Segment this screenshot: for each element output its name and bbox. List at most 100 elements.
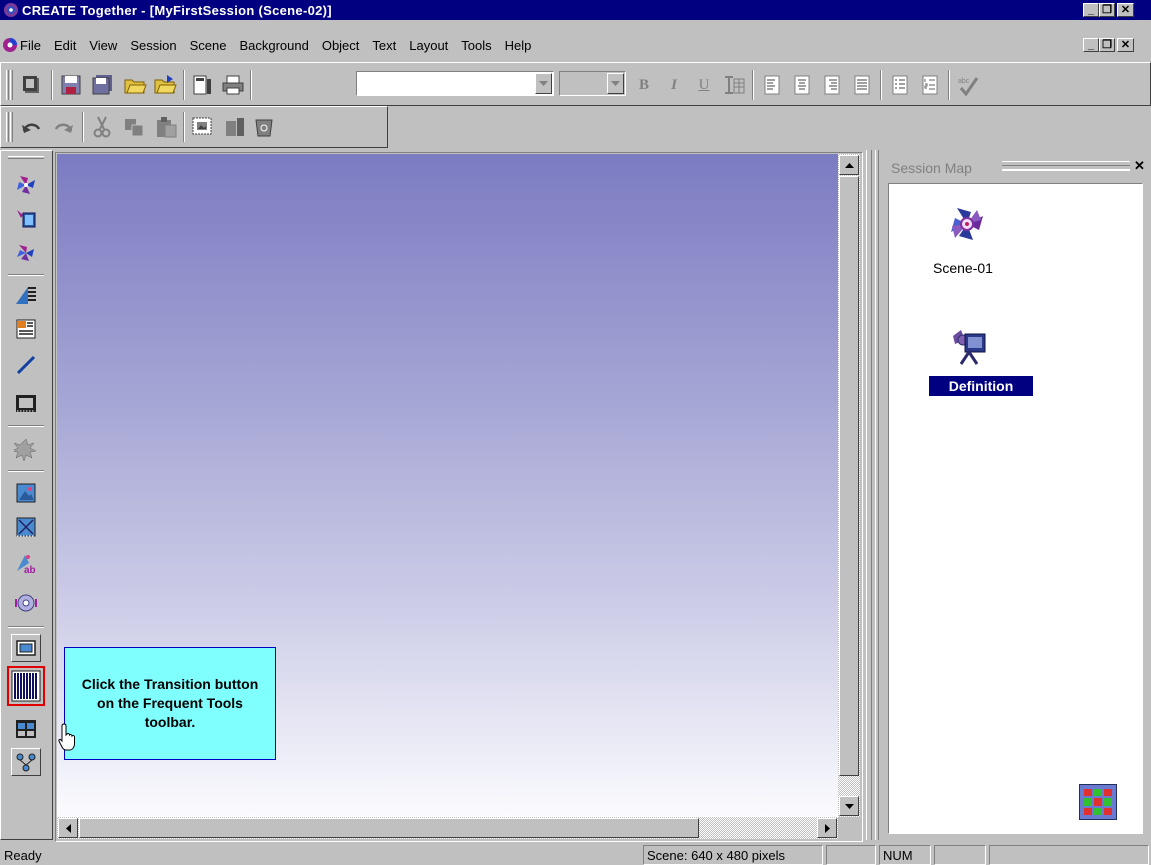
copy-button[interactable] [120, 114, 148, 140]
separator [880, 70, 882, 100]
justify-button[interactable] [848, 72, 876, 98]
horizontal-scroll-thumb[interactable] [79, 818, 699, 838]
transition-button[interactable] [7, 666, 45, 706]
shape-tool-button[interactable] [11, 280, 41, 310]
menu-layout[interactable]: Layout [409, 38, 448, 53]
scene-grid-button[interactable] [1079, 784, 1117, 820]
scene-pinwheel-icon[interactable] [947, 204, 987, 244]
menu-file[interactable]: File [20, 38, 41, 53]
cut-button[interactable] [88, 114, 116, 140]
minimize-button[interactable]: _ [1083, 3, 1099, 17]
undo-button[interactable] [18, 114, 46, 140]
bold-button[interactable]: B [631, 72, 657, 98]
frame-icon [16, 640, 36, 656]
film-strip-icon [16, 395, 36, 412]
animated-text-button[interactable]: ab [11, 548, 41, 578]
session-map-button[interactable] [11, 748, 41, 776]
font-name-combo[interactable] [356, 71, 554, 96]
doc-restore-button[interactable]: ❐ [1099, 38, 1115, 52]
underline-button[interactable]: U [691, 72, 717, 98]
film-strip-button[interactable] [11, 388, 41, 418]
duplicate-button[interactable] [221, 114, 249, 140]
open-button[interactable] [121, 72, 149, 98]
doc-minimize-button[interactable]: _ [1083, 38, 1099, 52]
spell-check-button[interactable]: abc [954, 72, 982, 98]
scroll-down-button[interactable] [839, 796, 859, 816]
save-button[interactable] [57, 72, 85, 98]
chevron-down-icon [539, 81, 548, 86]
printer-icon [222, 75, 244, 95]
restore-button[interactable]: ❐ [1099, 3, 1115, 17]
scene-strip-button[interactable] [11, 714, 41, 744]
menu-view[interactable]: View [89, 38, 117, 53]
vertical-scrollbar[interactable] [838, 154, 860, 817]
scroll-up-button[interactable] [839, 155, 859, 175]
toolbar-grip[interactable] [10, 70, 13, 100]
line-tool-button[interactable] [11, 350, 41, 380]
align-center-button[interactable] [788, 72, 816, 98]
menu-object[interactable]: Object [322, 38, 360, 53]
bullet-list-button[interactable] [886, 72, 914, 98]
redo-button[interactable] [49, 114, 77, 140]
align-left-button[interactable] [758, 72, 786, 98]
session-node-label-selected[interactable]: Definition [929, 376, 1033, 396]
close-button[interactable]: ✕ [1117, 3, 1134, 17]
paste-special-button[interactable] [189, 114, 217, 140]
text-box-button[interactable] [11, 314, 41, 344]
document-icon[interactable] [2, 37, 18, 53]
session-map-panel[interactable]: Scene-01 Definition [888, 183, 1143, 834]
vertical-scroll-thumb[interactable] [839, 176, 859, 776]
menu-scene[interactable]: Scene [190, 38, 227, 53]
save-all-button[interactable] [89, 72, 117, 98]
print-button[interactable] [219, 72, 247, 98]
scroll-corner [838, 817, 860, 839]
font-size-combo[interactable] [559, 71, 626, 96]
toolbar-grip[interactable] [6, 112, 9, 142]
insert-image-button[interactable] [11, 478, 41, 508]
scroll-left-button[interactable] [58, 818, 78, 838]
frame-button[interactable] [11, 634, 41, 662]
insert-movie-button[interactable] [11, 512, 41, 542]
add-scene-button[interactable] [11, 170, 41, 200]
scene-properties-icon [193, 75, 211, 95]
new-scene-button[interactable] [11, 204, 41, 234]
open-folder-button[interactable] [151, 72, 179, 98]
italic-button[interactable]: I [661, 72, 687, 98]
menu-session[interactable]: Session [130, 38, 176, 53]
font-size-dropdown-arrow[interactable] [607, 73, 624, 94]
font-dialog-button[interactable] [720, 72, 748, 98]
align-right-button[interactable] [818, 72, 846, 98]
copy-icon [125, 119, 144, 137]
menu-help[interactable]: Help [505, 38, 532, 53]
align-right-icon [824, 75, 840, 95]
session-map-close-button[interactable]: ✕ [1134, 158, 1145, 174]
definition-scene-icon[interactable] [951, 326, 987, 366]
scene-transition-button[interactable] [11, 238, 41, 268]
session-map-grip[interactable] [1002, 161, 1130, 171]
font-name-dropdown-arrow[interactable] [535, 73, 552, 94]
font-grid-icon [725, 76, 745, 94]
menu-tools[interactable]: Tools [461, 38, 491, 53]
new-session-icon [23, 76, 39, 93]
menu-edit[interactable]: Edit [54, 38, 76, 53]
menu-text[interactable]: Text [372, 38, 396, 53]
sound-button[interactable] [11, 588, 41, 618]
doc-close-button[interactable]: ✕ [1117, 38, 1134, 52]
toolbar-grip[interactable] [8, 156, 44, 159]
paste-button[interactable] [152, 114, 180, 140]
delete-button[interactable] [250, 114, 278, 140]
new-session-button[interactable] [18, 72, 46, 98]
horizontal-scrollbar[interactable] [57, 817, 838, 839]
effects-button[interactable] [11, 434, 41, 464]
scissors-icon [93, 116, 111, 138]
panel-splitter[interactable] [866, 150, 872, 840]
numbered-list-button[interactable] [916, 72, 944, 98]
scroll-right-button[interactable] [817, 818, 837, 838]
sound-disc-icon [15, 594, 37, 612]
toolbar-grip[interactable] [6, 70, 9, 100]
scene-properties-button[interactable] [188, 72, 216, 98]
toolbar-grip[interactable] [10, 112, 13, 142]
panel-splitter[interactable] [875, 150, 879, 840]
menu-background[interactable]: Background [239, 38, 308, 53]
session-node-label[interactable]: Scene-01 [933, 260, 993, 276]
